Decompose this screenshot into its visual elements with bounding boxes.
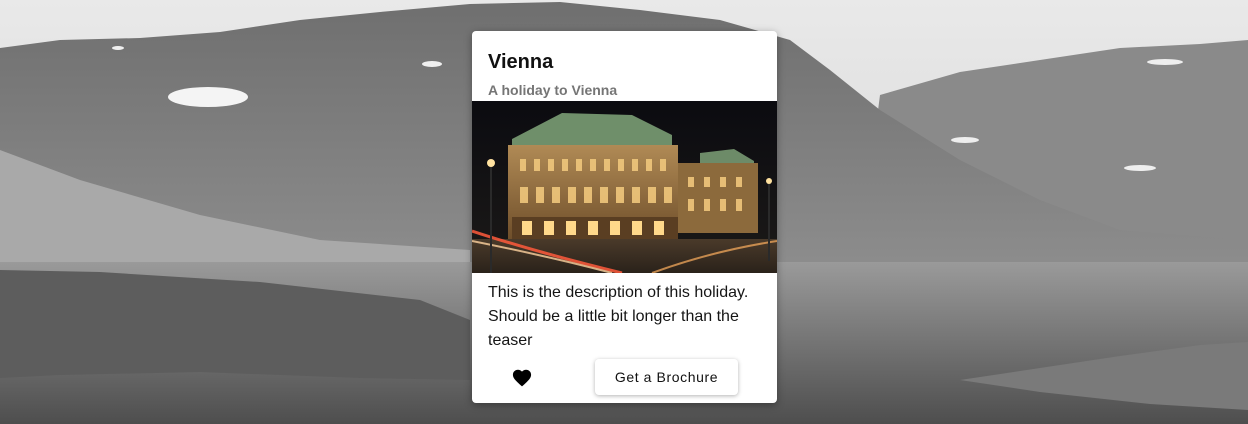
card-description: This is the description of this holiday.… [488,284,749,349]
card-subtitle: A holiday to Vienna [488,82,618,98]
get-brochure-button[interactable]: Get a Brochure [595,359,738,395]
favorite-button[interactable] [506,361,538,393]
card-title: Vienna [488,51,554,73]
card-image [472,101,777,273]
holiday-card: Vienna A holiday to Vienna This is the d… [472,31,777,403]
heart-icon [512,369,532,387]
